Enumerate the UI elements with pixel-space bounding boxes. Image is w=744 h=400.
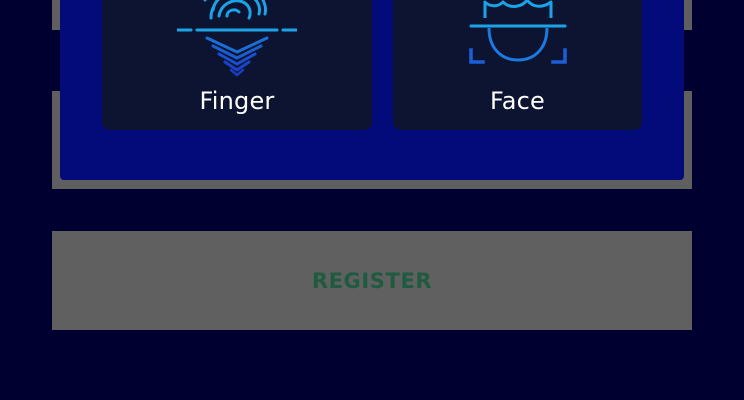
register-button[interactable]: REGISTER (52, 231, 692, 330)
register-label: REGISTER (311, 268, 433, 293)
finger-label: Finger (199, 87, 275, 115)
fingerprint-icon (177, 0, 297, 77)
face-label: Face (489, 87, 546, 115)
finger-option-button[interactable]: Finger (102, 0, 372, 130)
face-option-button[interactable]: Face (393, 0, 642, 130)
screen: Finger Face REGISTER (0, 0, 744, 400)
biometric-dialog: Finger Face (60, 0, 684, 180)
face-scan-icon (468, 0, 567, 64)
